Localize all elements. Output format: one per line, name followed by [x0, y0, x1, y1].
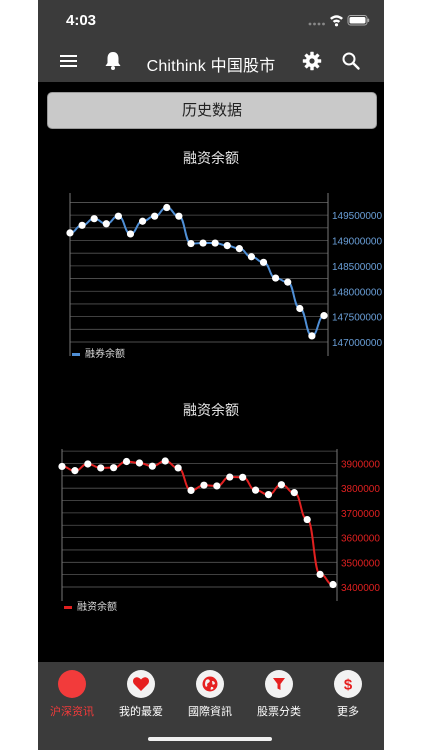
signal-wifi-battery-icon: [308, 15, 370, 27]
tab-international-news[interactable]: 國際資訊: [176, 670, 244, 719]
data-point: [251, 486, 260, 494]
chart2: 3900000 3800000 3700000 3600000 3500000 34000…: [58, 449, 380, 613]
data-point: [187, 486, 195, 494]
data-point: [211, 239, 219, 247]
globe-icon: [202, 676, 218, 692]
status-icons: [308, 13, 370, 32]
status-bar: 4:03: [38, 0, 384, 40]
legend-swatch: [64, 606, 72, 609]
data-point: [110, 464, 118, 472]
tab-shenzhen-news[interactable]: 沪深资讯: [38, 670, 106, 719]
series-line: [61, 459, 334, 586]
y-tick-label: 3900000: [341, 459, 380, 470]
app-screen: 4:03 Chithink 中国股市 历史数据 融资余额 149500000 1…: [38, 0, 384, 750]
data-point: [320, 312, 328, 320]
chart1-title: 融资余额: [183, 150, 239, 166]
data-point: [97, 464, 105, 472]
data-point: [247, 253, 256, 261]
data-point: [161, 457, 169, 465]
y-tick-label: 3800000: [341, 484, 380, 495]
data-point: [138, 217, 147, 225]
tab-label: 沪深资讯: [50, 706, 94, 718]
y-tick-label: 3600000: [341, 534, 380, 545]
nav-bar: Chithink 中国股市: [38, 40, 384, 82]
tab-more[interactable]: $ 更多: [314, 670, 382, 719]
gear-icon[interactable]: [301, 50, 323, 72]
legend-swatch: [72, 353, 80, 356]
data-point: [126, 230, 135, 238]
data-point: [199, 239, 207, 247]
history-data-button[interactable]: 历史数据: [47, 92, 377, 129]
data-point: [316, 570, 324, 578]
data-point: [102, 220, 110, 228]
data-point: [239, 473, 247, 481]
tab-label: 我的最爱: [119, 706, 163, 718]
circle-icon: [58, 670, 86, 698]
data-point: [277, 481, 285, 489]
data-point: [264, 491, 273, 499]
data-point: [148, 462, 156, 470]
data-point: [200, 481, 208, 489]
y-tick-label: 3500000: [341, 558, 380, 569]
data-point: [90, 215, 98, 223]
data-point: [163, 203, 171, 212]
data-point: [308, 332, 316, 340]
y-tick-label: 3400000: [341, 583, 380, 594]
y-tick-label: 149000000: [332, 237, 382, 248]
data-point: [84, 460, 92, 468]
data-point: [284, 278, 292, 286]
y-tick-label: 149500000: [332, 211, 382, 222]
data-point: [175, 212, 183, 220]
data-point: [71, 467, 79, 475]
data-point: [58, 462, 66, 471]
data-point: [223, 241, 231, 250]
data-point: [329, 580, 337, 589]
status-time: 4:03: [66, 12, 97, 29]
data-point: [114, 212, 122, 220]
data-point: [259, 258, 268, 266]
data-point: [122, 457, 131, 466]
data-point: [66, 229, 74, 237]
tab-label: 國際資訊: [188, 706, 232, 718]
data-point: [290, 489, 298, 497]
y-tick-label: 147000000: [332, 338, 382, 349]
tab-label: 更多: [337, 706, 359, 718]
data-point: [296, 304, 304, 313]
data-point: [272, 274, 280, 282]
y-tick-label: 147500000: [332, 313, 382, 324]
data-point: [187, 239, 195, 248]
legend-label: 融资余额: [77, 600, 117, 613]
page-title: Chithink 中国股市: [146, 58, 276, 75]
search-icon[interactable]: [340, 50, 362, 72]
chart1: 149500000 149000000 148500000 148000000 1475…: [66, 193, 382, 360]
legend-label: 融券余额: [85, 347, 125, 360]
tab-stock-category[interactable]: 股票分类: [245, 670, 313, 719]
y-tick-label: 148000000: [332, 287, 382, 298]
data-point: [213, 482, 221, 490]
dollar-icon: $: [344, 677, 353, 694]
data-point: [135, 459, 144, 467]
y-tick-label: 3700000: [341, 509, 380, 520]
heart-icon: [133, 677, 149, 691]
home-indicator[interactable]: [148, 737, 272, 741]
tab-label: 股票分类: [257, 706, 301, 718]
svg-text:$: $: [344, 677, 353, 694]
tab-favorites[interactable]: 我的最爱: [107, 670, 175, 719]
y-tick-label: 148500000: [332, 262, 382, 273]
data-point: [303, 515, 311, 524]
chart2-title: 融资余额: [183, 402, 239, 418]
data-point: [174, 464, 182, 472]
filter-icon: [273, 678, 285, 690]
data-point: [235, 245, 243, 253]
data-point: [151, 212, 159, 220]
data-point: [226, 473, 234, 481]
data-point: [78, 221, 86, 229]
